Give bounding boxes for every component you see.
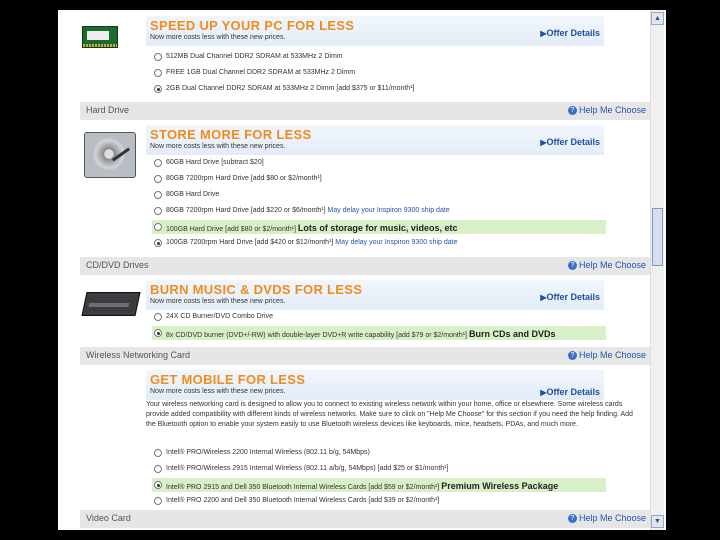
- wireless-promo-banner: GET MOBILE FOR LESS Now more costs less …: [146, 370, 604, 400]
- cd-dvd-promo-banner: BURN MUSIC & DVDS FOR LESS Now more cost…: [146, 280, 604, 310]
- vertical-scrollbar[interactable]: ▲ ▼: [650, 10, 664, 530]
- help-icon: ?: [567, 106, 577, 116]
- radio-button[interactable]: [154, 313, 162, 321]
- help-me-choose-link[interactable]: ? Help Me Choose: [567, 105, 646, 116]
- radio-button[interactable]: [154, 465, 162, 473]
- scroll-up-icon[interactable]: ▲: [651, 12, 664, 25]
- hard-drive-option[interactable]: 60GB Hard Drive [subtract $20]: [152, 156, 606, 170]
- radio-button[interactable]: [154, 159, 162, 167]
- help-icon: ?: [567, 261, 577, 271]
- hard-drive-option[interactable]: 80GB 7200rpm Hard Drive [add $220 or $6/…: [152, 204, 606, 218]
- radio-button-selected[interactable]: [154, 239, 162, 247]
- banner-headline: BURN MUSIC & DVDS FOR LESS: [150, 282, 363, 297]
- banner-headline: GET MOBILE FOR LESS: [150, 372, 306, 387]
- section-title: CD/DVD Drives: [86, 260, 149, 270]
- highlight-tagline: Premium Wireless Package: [441, 481, 559, 491]
- radio-button-selected[interactable]: [154, 329, 162, 337]
- highlight-tagline: Burn CDs and DVDs: [468, 329, 556, 339]
- hard-drive-image: [84, 132, 136, 178]
- memory-option[interactable]: FREE 1GB Dual Channel DDR2 SDRAM at 533M…: [152, 66, 606, 80]
- banner-subline: Now more costs less with these new price…: [150, 34, 286, 41]
- radio-button[interactable]: [154, 207, 162, 215]
- memory-option[interactable]: 512MB Dual Channel DDR2 SDRAM at 533MHz …: [152, 50, 606, 64]
- help-me-choose-link[interactable]: ? Help Me Choose: [567, 260, 646, 271]
- hard-drive-option-highlighted[interactable]: 100GB Hard Drive [add $80 or $2/month¹] …: [152, 220, 606, 234]
- cd-dvd-section-bar: CD/DVD Drives ? Help Me Choose: [80, 257, 652, 275]
- cd-dvd-option[interactable]: 24X CD Burner/DVD Combo Drive: [152, 310, 606, 324]
- hard-drive-option[interactable]: 80GB 7200rpm Hard Drive [add $80 or $2/m…: [152, 172, 606, 186]
- wireless-option[interactable]: Intel® PRO/Wireless 2200 Internal Wirele…: [152, 446, 606, 460]
- offer-details-link[interactable]: ▶Offer Details: [540, 387, 600, 397]
- wireless-option[interactable]: Intel® PRO 2200 and Dell 350 Bluetooth I…: [152, 494, 606, 508]
- wireless-option-highlighted[interactable]: Intel® PRO 2915 and Dell 350 Bluetooth I…: [152, 478, 606, 492]
- section-title: Hard Drive: [86, 105, 130, 115]
- memory-module-image: [82, 26, 118, 48]
- help-me-choose-link[interactable]: ? Help Me Choose: [567, 513, 646, 524]
- wireless-option[interactable]: Intel® PRO/Wireless 2915 Internal Wirele…: [152, 462, 606, 476]
- radio-button[interactable]: [154, 53, 162, 61]
- radio-button-selected[interactable]: [154, 85, 162, 93]
- memory-option[interactable]: 2GB Dual Channel DDR2 SDRAM at 533MHz 2 …: [152, 82, 606, 96]
- hard-drive-option[interactable]: 100GB 7200rpm Hard Drive [add $420 or $1…: [152, 236, 606, 250]
- cd-dvd-option-highlighted[interactable]: 8x CD/DVD burner (DVD+/-RW) with double-…: [152, 326, 606, 340]
- offer-details-link[interactable]: ▶Offer Details: [540, 137, 600, 147]
- banner-subline: Now more costs less with these new price…: [150, 143, 286, 150]
- memory-promo-banner: SPEED UP YOUR PC FOR LESS Now more costs…: [146, 16, 604, 46]
- banner-subline: Now more costs less with these new price…: [150, 298, 286, 305]
- browser-viewport: SPEED UP YOUR PC FOR LESS Now more costs…: [58, 10, 666, 530]
- radio-button[interactable]: [154, 223, 162, 231]
- configurator-content: SPEED UP YOUR PC FOR LESS Now more costs…: [80, 10, 652, 530]
- ship-delay-note: May delay your Inspiron 9300 ship date: [327, 207, 450, 214]
- ship-delay-note: May delay your Inspiron 9300 ship date: [335, 239, 458, 246]
- offer-details-link[interactable]: ▶Offer Details: [540, 292, 600, 302]
- offer-details-link[interactable]: ▶Offer Details: [540, 28, 600, 38]
- help-icon: ?: [567, 351, 577, 361]
- optical-drive-image: [81, 292, 141, 316]
- radio-button[interactable]: [154, 175, 162, 183]
- scroll-down-icon[interactable]: ▼: [651, 515, 664, 528]
- scroll-thumb[interactable]: [652, 208, 663, 266]
- wireless-section-bar: Wireless Networking Card ? Help Me Choose: [80, 347, 652, 365]
- help-me-choose-link[interactable]: ? Help Me Choose: [567, 350, 646, 361]
- wireless-description: Your wireless networking card is designe…: [146, 401, 633, 428]
- video-card-section-bar: Video Card ? Help Me Choose: [80, 510, 652, 528]
- hard-drive-promo-banner: STORE MORE FOR LESS Now more costs less …: [146, 125, 604, 155]
- hard-drive-section-bar: Hard Drive ? Help Me Choose: [80, 102, 652, 120]
- radio-button-selected[interactable]: [154, 481, 162, 489]
- radio-button[interactable]: [154, 497, 162, 505]
- hard-drive-option[interactable]: 80GB Hard Drive: [152, 188, 606, 202]
- highlight-tagline: Lots of storage for music, videos, etc: [297, 223, 458, 233]
- banner-subline: Now more costs less with these new price…: [150, 388, 286, 395]
- radio-button[interactable]: [154, 449, 162, 457]
- radio-button[interactable]: [154, 69, 162, 77]
- help-icon: ?: [567, 514, 577, 524]
- section-title: Wireless Networking Card: [86, 350, 191, 360]
- banner-headline: STORE MORE FOR LESS: [150, 127, 312, 142]
- radio-button[interactable]: [154, 191, 162, 199]
- banner-headline: SPEED UP YOUR PC FOR LESS: [150, 18, 355, 33]
- section-title: Video Card: [86, 513, 131, 523]
